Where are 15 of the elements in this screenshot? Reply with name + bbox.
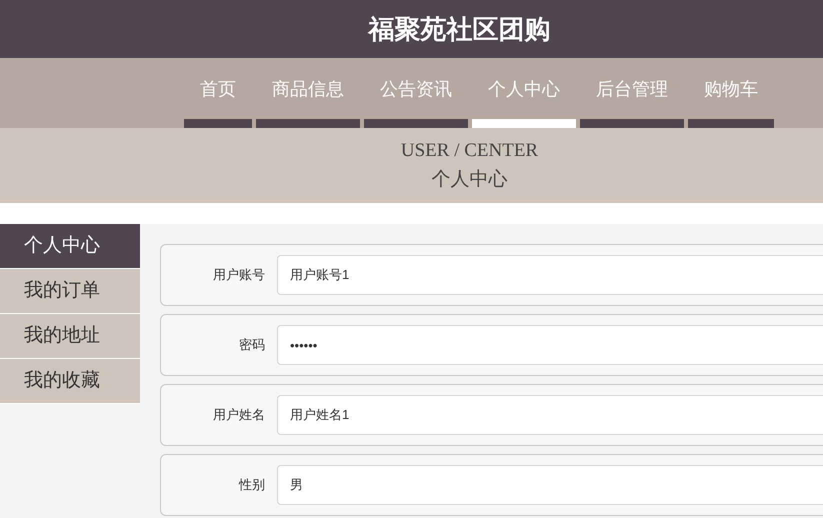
banner-title: USER / CENTER (400, 140, 538, 162)
sidebar-item[interactable]: 个人中心 (0, 224, 140, 269)
input-field[interactable]: •••••• (277, 325, 823, 365)
sidebar-item[interactable]: 我的地址 (0, 314, 140, 359)
field-label: 性别 (238, 476, 266, 494)
sidebar-item[interactable]: 我的收藏 (0, 359, 140, 404)
input-field[interactable]: 男 (277, 465, 823, 505)
input-field[interactable]: 用户姓名1 (277, 395, 823, 435)
field-label: 用户姓名 (212, 406, 266, 424)
site-title: 福聚苑社区团购 (366, 12, 550, 46)
sidebar-item[interactable]: 我的订单 (0, 269, 140, 314)
banner-subtitle: 个人中心 (432, 168, 508, 192)
field-label: 密码 (238, 336, 266, 354)
field-label: 用户账号 (212, 266, 266, 284)
input-field[interactable]: 用户账号1 (277, 255, 823, 295)
